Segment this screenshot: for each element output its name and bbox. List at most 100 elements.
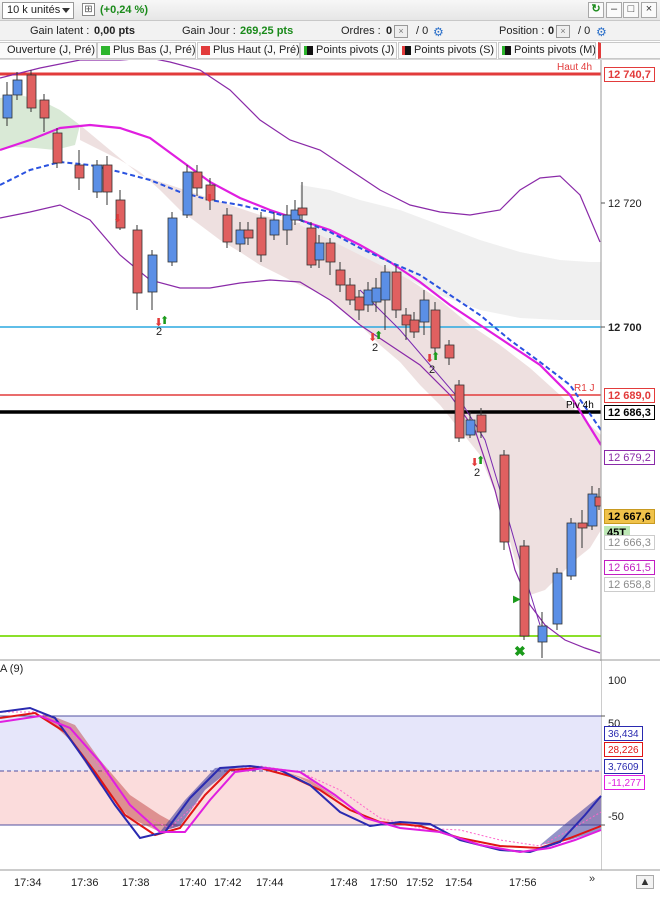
candle-body xyxy=(345,284,356,301)
time-label: 17:44 xyxy=(256,877,284,889)
candle-body xyxy=(12,79,23,96)
scroll-end-button[interactable]: ▲ xyxy=(636,875,654,889)
r1-label: R1 J xyxy=(574,383,595,394)
candle-body xyxy=(325,242,336,263)
cross-marker-icon: ✖ xyxy=(514,643,526,659)
minimize-button[interactable]: – xyxy=(606,2,622,18)
candle-body xyxy=(354,296,365,311)
osc-tick-m50: -50 xyxy=(608,811,624,823)
legend-pivots-s[interactable]: Points pivots (S) xyxy=(398,42,497,59)
time-label: 17:40 xyxy=(179,877,207,889)
legend-swatch xyxy=(101,46,110,55)
chevron-down-icon xyxy=(62,8,70,13)
legend-pivots-m[interactable]: Points pivots (M) xyxy=(498,42,596,59)
play-marker-icon: ▶ xyxy=(513,594,521,605)
legend-pivots-j[interactable]: Points pivots (J) xyxy=(300,42,397,59)
candle-body xyxy=(371,287,382,303)
candle-body xyxy=(256,217,267,256)
price-tick: 12 720 xyxy=(608,198,642,210)
candle-body xyxy=(167,217,178,263)
candle-body xyxy=(314,242,325,261)
candle-body xyxy=(566,522,577,577)
orders-gear-icon[interactable]: ⚙ xyxy=(433,25,444,39)
position-gear-icon[interactable]: ⚙ xyxy=(596,25,607,39)
refresh-icon[interactable]: ↻ xyxy=(588,2,604,18)
latent-gain-label: Gain latent : xyxy=(30,25,90,37)
time-label: 17:36 xyxy=(71,877,99,889)
time-label: 17:52 xyxy=(406,877,434,889)
legend-label: Plus Bas (J, Pré) xyxy=(113,44,196,56)
candle-body xyxy=(147,254,158,293)
buy-arrow-icon: ⬆ xyxy=(374,330,383,342)
percent-change: (+0,24 %) xyxy=(100,4,148,16)
latent-gain-value: 0,00 pts xyxy=(94,25,135,37)
position-label: Position : xyxy=(499,25,545,37)
account-info-bar: Gain latent : 0,00 pts Gain Jour : 269,2… xyxy=(0,21,660,41)
maximize-button[interactable]: □ xyxy=(623,2,639,18)
osc-value-red: 28,226 xyxy=(604,742,643,757)
legend-swatch xyxy=(402,46,411,55)
time-label: 17:54 xyxy=(445,877,473,889)
candle-body xyxy=(269,219,280,236)
candle-body xyxy=(465,419,476,436)
candle-body xyxy=(499,454,510,543)
oversold-zone xyxy=(0,771,601,825)
scroll-right-button[interactable]: » xyxy=(583,873,601,887)
position-close-icon[interactable]: × xyxy=(556,25,570,38)
last-price-tag: 12 667,6 xyxy=(604,509,655,524)
gray-price-tag: 12 666,3 xyxy=(604,535,655,550)
osc-value-blue-2: 3,7609 xyxy=(604,759,643,774)
legend-plus-bas[interactable]: Plus Bas (J, Pré) xyxy=(97,42,196,59)
quantity-select[interactable]: 10 k unités xyxy=(2,2,74,19)
position-value: 0 xyxy=(548,25,555,37)
time-label: 17:34 xyxy=(14,877,42,889)
buy-arrow-icon: ⬆ xyxy=(476,455,485,467)
candle-body xyxy=(132,229,143,294)
orders-cancel-icon[interactable]: × xyxy=(394,25,408,38)
price-chart[interactable]: ⬇ ⬆ 2 ⬇ ⬆ 2 ⬇ ⬆ 2 ⬇ ⬆ 2 ⬇ ⬇ ▶ ✖ 12 720 1… xyxy=(0,60,660,897)
haut-4h-price-tag: 12 740,7 xyxy=(604,67,655,82)
percent-toggle[interactable]: ⊞ xyxy=(82,3,95,16)
legend-plus-haut[interactable]: Plus Haut (J, Pré) xyxy=(197,42,300,59)
legend-label: Points pivots (J) xyxy=(316,44,395,56)
day-gain-value: 269,25 pts xyxy=(240,25,294,37)
bollinger-price-tag: 12 679,2 xyxy=(604,450,655,465)
candle-body xyxy=(2,94,13,119)
legend-swatch xyxy=(201,46,210,55)
osc-value-blue: 36,434 xyxy=(604,726,643,741)
candle-body xyxy=(182,171,193,216)
candle-body xyxy=(74,164,85,179)
orders-separator: / 0 xyxy=(416,25,429,37)
candle-body xyxy=(454,384,465,439)
candle-body xyxy=(102,164,113,193)
legend-more[interactable] xyxy=(598,42,660,59)
oscillator-name[interactable]: A (9) xyxy=(0,663,23,675)
quantity-value: 10 k unités xyxy=(7,4,61,16)
sell-arrow-icon: ⬇ xyxy=(113,213,122,225)
time-label: 17:38 xyxy=(122,877,150,889)
candle-body xyxy=(26,74,37,109)
legend-swatch xyxy=(0,46,4,55)
legend-label: Plus Haut (J, Pré) xyxy=(213,44,300,56)
signal-count: 2 xyxy=(156,326,162,338)
signal-count: 2 xyxy=(474,467,480,479)
chart-toolbar: 10 k unités ⊞ (+0,24 %) ↻ – □ × xyxy=(0,0,660,21)
candle-body xyxy=(243,229,254,239)
candle-body xyxy=(430,309,441,349)
legend-label: Points pivots (M) xyxy=(514,44,596,56)
gray-price-tag-2: 12 658,8 xyxy=(604,577,655,592)
candle-body xyxy=(39,99,50,119)
close-button[interactable]: × xyxy=(641,2,657,18)
candle-body xyxy=(380,271,391,301)
candle-body xyxy=(52,132,63,164)
osc-tick-100: 100 xyxy=(608,675,626,687)
indicator-legend-bar: Ouverture (J, Pré) Plus Bas (J, Pré) Plu… xyxy=(0,41,660,60)
price-tick: 12 700 xyxy=(608,322,642,334)
candle-body xyxy=(409,319,420,333)
candle-body xyxy=(391,271,402,311)
candle-body xyxy=(222,214,233,243)
orders-value: 0 xyxy=(386,25,393,37)
legend-label: Ouverture (J, Pré) xyxy=(7,44,96,56)
legend-ouverture[interactable]: Ouverture (J, Pré) xyxy=(0,42,97,59)
sell-arrow-icon: ⬇ xyxy=(205,193,214,205)
